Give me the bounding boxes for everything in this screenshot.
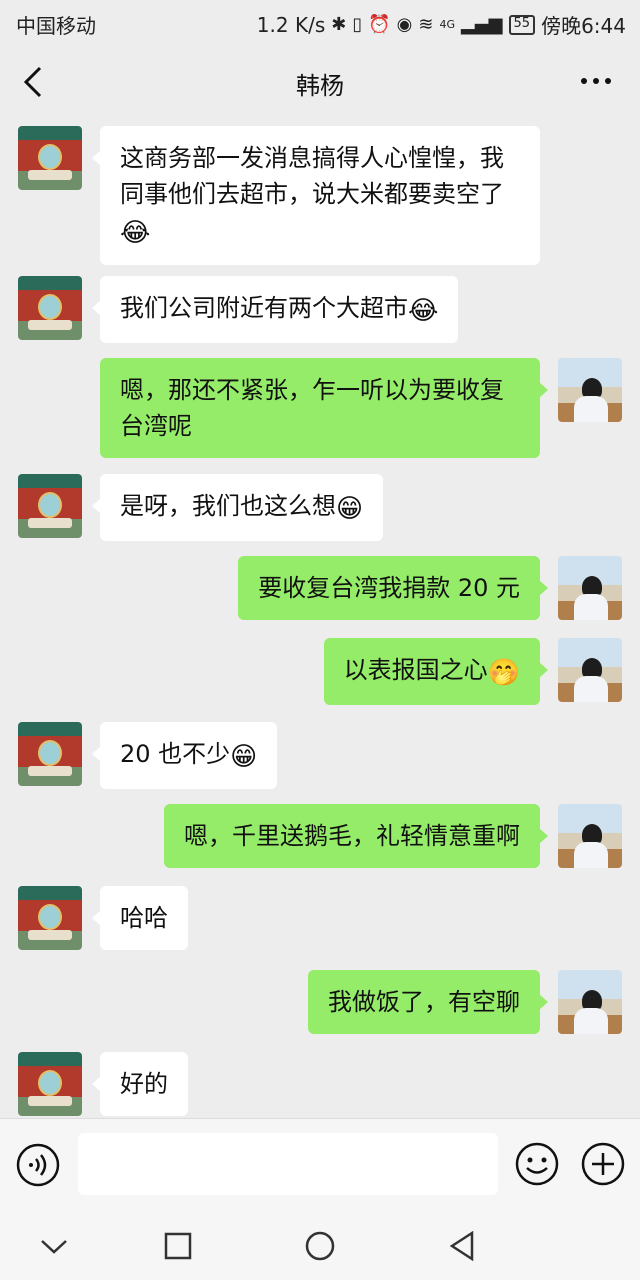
status-bar: 中国移动 1.2 K/s ✱ ▯ ⏰ ◉ ≋ 4G ▂▄▆ 55 傍晚6:44 <box>0 0 640 44</box>
message-text: 以表报国之心 <box>343 656 488 684</box>
my-avatar[interactable] <box>558 804 622 868</box>
wifi-icon: ≋ <box>418 13 434 35</box>
carrier-label: 中国移动 <box>16 14 96 38</box>
my-avatar[interactable] <box>558 970 622 1034</box>
message-bubble[interactable]: 我做饭了，有空聊 <box>308 970 548 1034</box>
message-bubble[interactable]: 嗯，那还不紧张，乍一听以为要收复台湾呢 <box>100 358 548 458</box>
message-text: 是呀，我们也这么想 <box>120 492 336 520</box>
eye-icon: ◉ <box>396 13 413 35</box>
my-avatar[interactable] <box>558 358 622 422</box>
alarm-icon: ⏰ <box>368 13 391 35</box>
friend-avatar[interactable] <box>18 276 82 340</box>
message-text: 我们公司附近有两个大超市 <box>120 294 408 322</box>
grinning-emoji: 😁 <box>230 742 258 772</box>
message-text: 我做饭了，有空聊 <box>328 988 520 1016</box>
friend-avatar[interactable] <box>18 722 82 786</box>
my-avatar[interactable] <box>558 638 622 702</box>
recent-apps-icon[interactable] <box>158 1226 198 1266</box>
message-bubble[interactable]: 我们公司附近有两个大超市😂 <box>91 276 459 343</box>
message-text: 要收复台湾我捐款 20 元 <box>258 574 520 602</box>
vibrate-icon: ▯ <box>352 13 363 35</box>
more-dots-icon[interactable] <box>578 66 614 96</box>
message-text: 嗯，那还不紧张，乍一听以为要收复台湾呢 <box>120 376 504 440</box>
grinning-emoji: 😁 <box>336 494 364 524</box>
plus-icon[interactable] <box>580 1141 626 1187</box>
signal-icon: ▂▄▆ <box>461 13 503 35</box>
laughing-tears-emoji: 😂 <box>120 218 151 248</box>
message-bubble[interactable]: 这商务部一发消息搞得人心惶惶，我同事他们去超市，说大米都要卖空了 😂 <box>92 126 540 265</box>
system-nav-bar <box>0 1210 640 1280</box>
network-speed: 1.2 K/s <box>256 12 326 37</box>
chat-title: 韩杨 <box>296 72 344 100</box>
friend-avatar[interactable] <box>18 126 82 190</box>
voice-icon[interactable] <box>16 1143 60 1187</box>
message-bubble[interactable]: 是呀，我们也这么想😁 <box>91 474 384 541</box>
battery-icon: 55 <box>508 14 536 35</box>
friend-avatar[interactable] <box>18 474 82 538</box>
network-type: 4G <box>439 17 455 31</box>
message-bubble[interactable]: 哈哈 <box>92 886 188 950</box>
back-triangle-icon[interactable] <box>442 1226 482 1266</box>
clock: 傍晚6:44 <box>541 14 626 38</box>
message-bubble[interactable]: 20 也不少😁 <box>91 722 278 789</box>
message-bubble[interactable]: 以表报国之心🤭 <box>323 638 549 705</box>
friend-avatar[interactable] <box>18 1052 82 1116</box>
message-text: 哈哈 <box>120 904 168 932</box>
message-bubble[interactable]: 嗯，千里送鹅毛，礼轻情意重啊 <box>164 804 548 868</box>
chat-message-list[interactable]: 这商务部一发消息搞得人心惶惶，我同事他们去超市，说大米都要卖空了 😂 我们公司附近… <box>0 120 640 1118</box>
status-right: 1.2 K/s ✱ ▯ ⏰ ◉ ≋ 4G ▂▄▆ 55 傍晚6:44 <box>257 10 626 39</box>
bluetooth-icon: ✱ <box>331 13 347 35</box>
laughing-tears-emoji: 😂 <box>408 296 439 326</box>
emoji-face-icon[interactable] <box>514 1141 560 1187</box>
input-bar <box>0 1118 640 1210</box>
message-text: 嗯，千里送鹅毛，礼轻情意重啊 <box>184 822 520 850</box>
friend-avatar[interactable] <box>18 886 82 950</box>
my-avatar[interactable] <box>558 556 622 620</box>
message-bubble[interactable]: 要收复台湾我捐款 20 元 <box>238 556 548 620</box>
message-text: 这商务部一发消息搞得人心惶惶，我同事他们去超市，说大米都要卖空了 <box>120 144 504 208</box>
message-bubble[interactable]: 好的 <box>92 1052 188 1116</box>
hand-over-mouth-emoji: 🤭 <box>487 658 520 688</box>
message-text: 20 也不少 <box>120 740 231 768</box>
chat-header: 韩杨 <box>0 44 640 120</box>
message-input[interactable] <box>78 1133 498 1195</box>
chevron-down-icon[interactable] <box>34 1226 74 1266</box>
message-text: 好的 <box>120 1070 168 1098</box>
home-icon[interactable] <box>300 1226 340 1266</box>
